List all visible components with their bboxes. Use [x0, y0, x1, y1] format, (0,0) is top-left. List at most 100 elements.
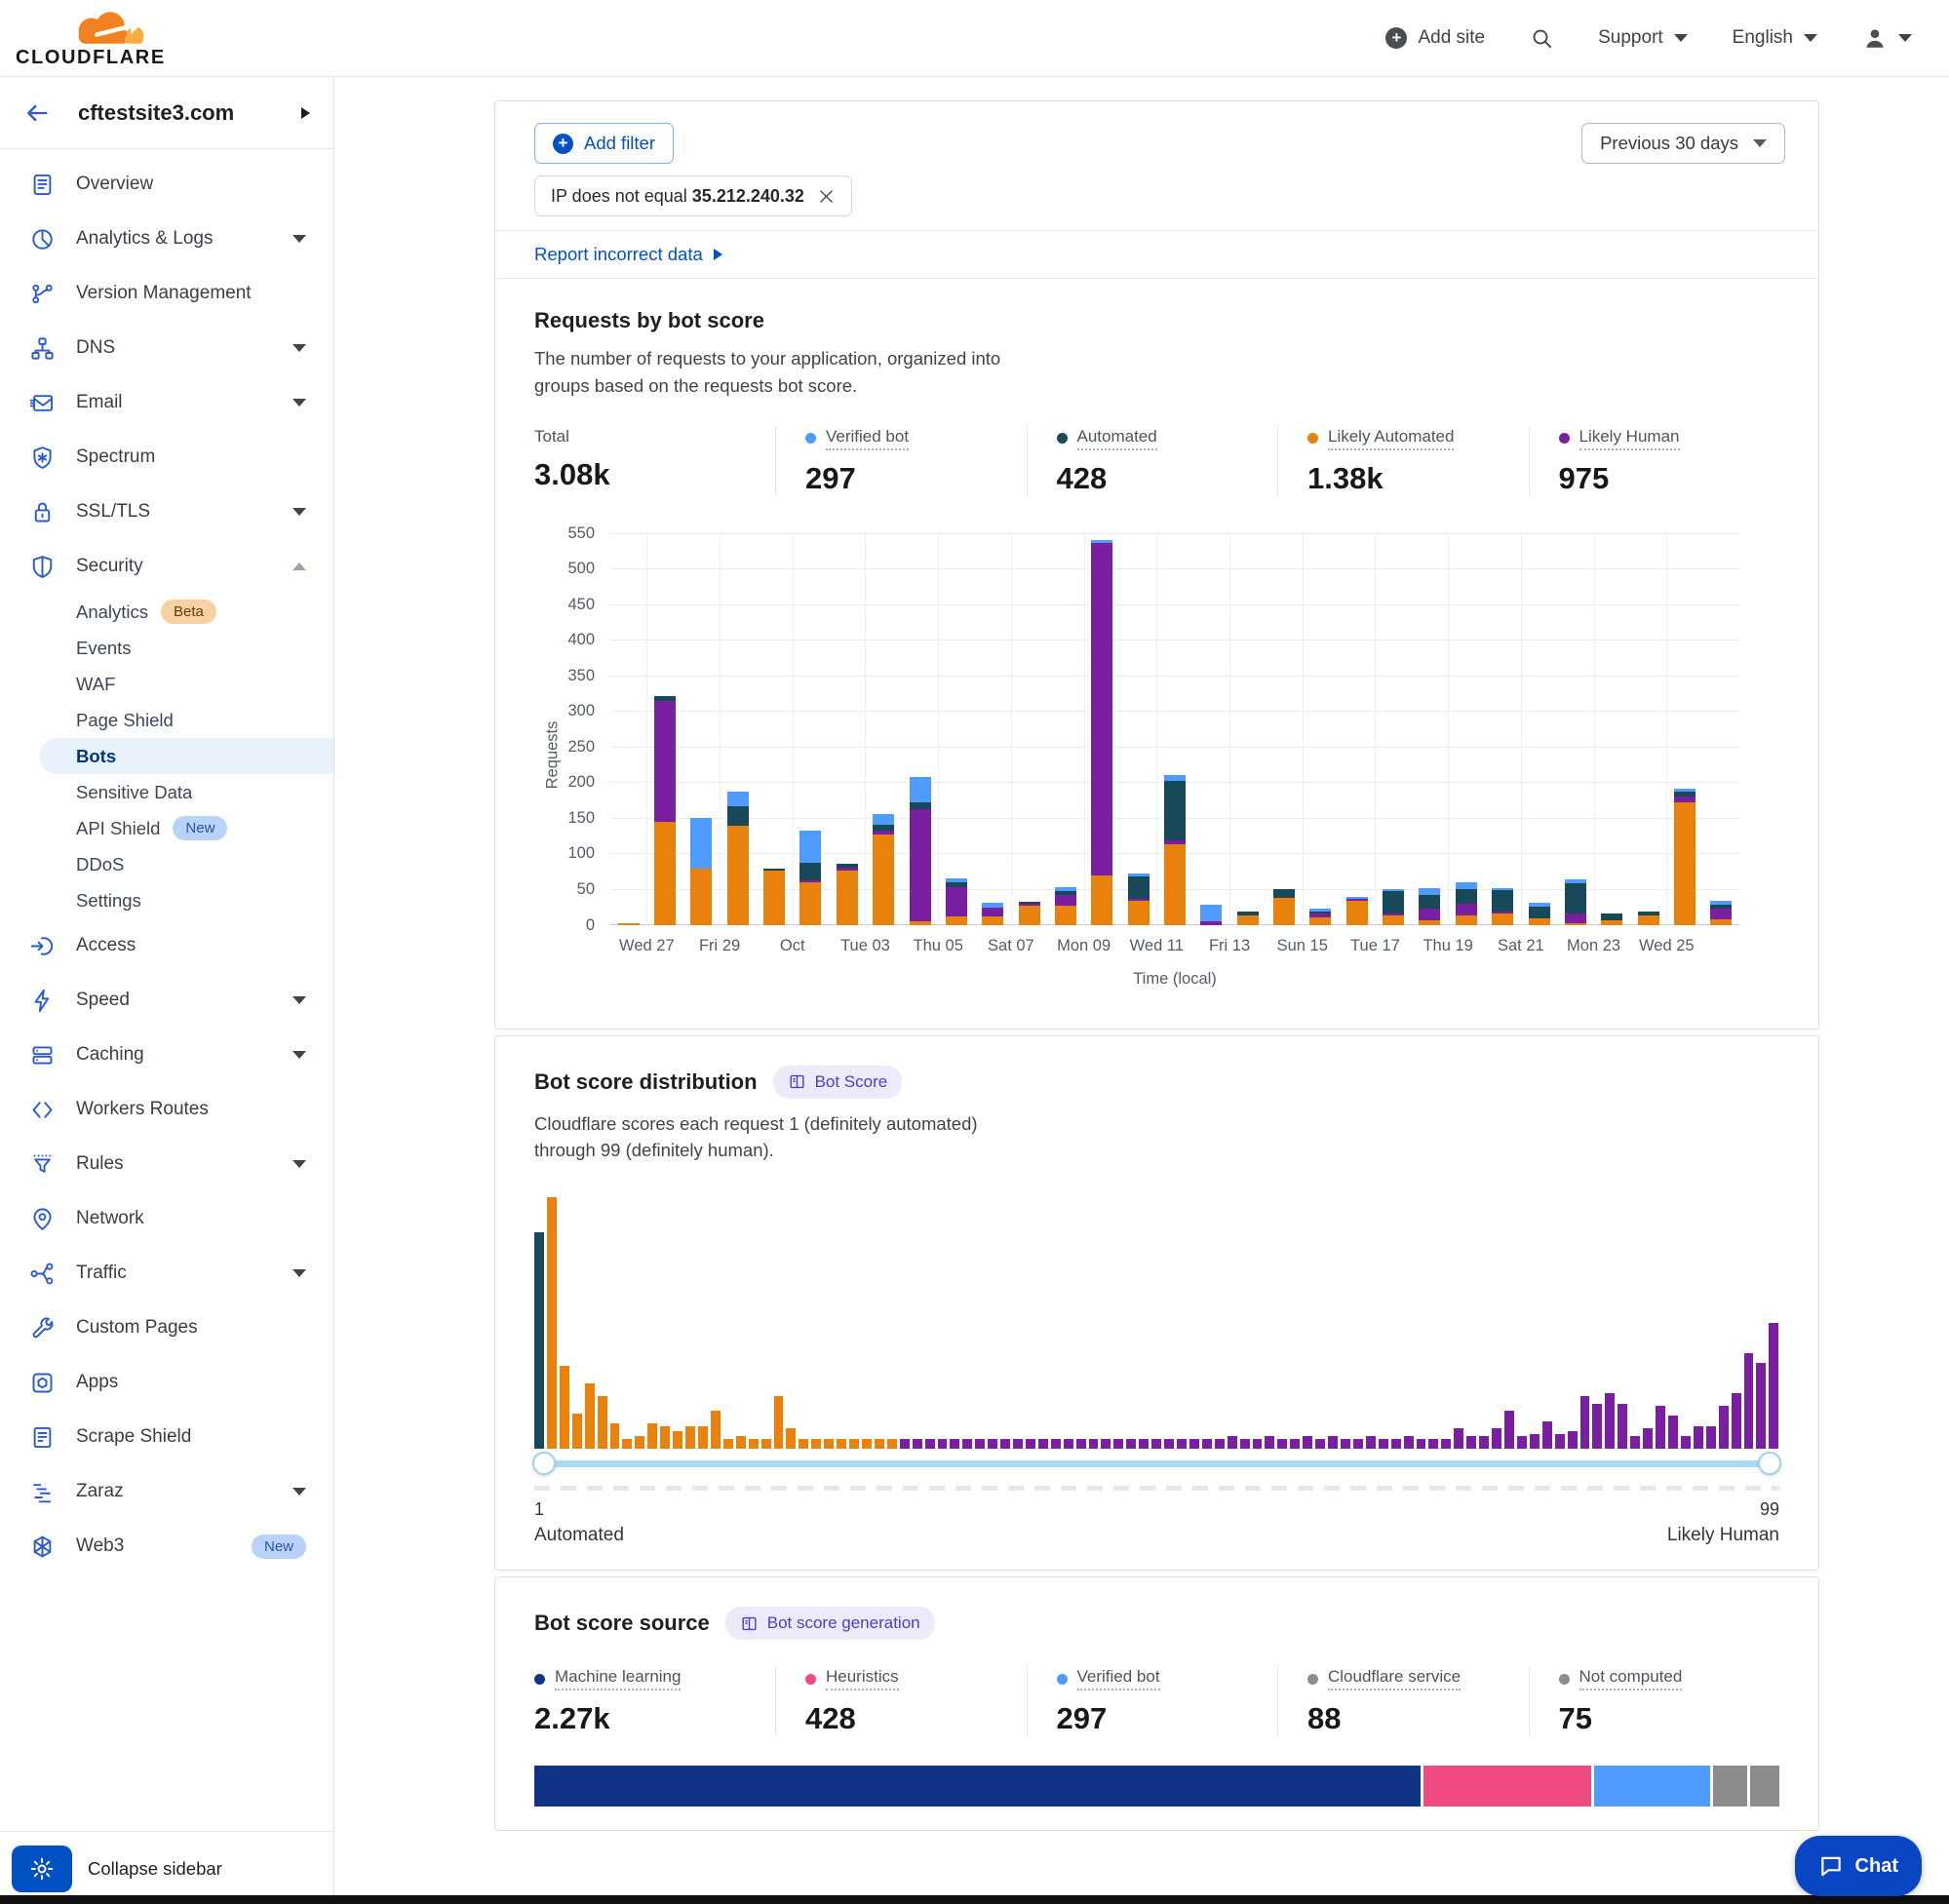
sidebar-subitem-settings[interactable]: Settings [0, 882, 333, 918]
cloudflare-logo: CLOUDFLARE [16, 8, 166, 69]
histogram-bar-score-58 [1253, 1439, 1263, 1449]
slider-min-value: 1 [534, 1499, 544, 1520]
sidebar-subitem-page-shield[interactable]: Page Shield [0, 702, 333, 738]
sidebar-item-spectrum[interactable]: Spectrum [0, 430, 333, 485]
histogram-bar-score-80 [1530, 1434, 1540, 1449]
remove-filter-icon[interactable] [817, 187, 836, 206]
requests-title: Requests by bot score [534, 308, 1779, 333]
likely-human-stat: Likely Human975 [1529, 427, 1780, 496]
histogram-bar-score-65 [1341, 1439, 1350, 1449]
sidebar-item-zaraz[interactable]: Zaraz [0, 1464, 333, 1519]
likely-automated-segment [1164, 844, 1186, 925]
sidebar-item-apps[interactable]: Apps [0, 1355, 333, 1410]
sidebar-subitem-analytics[interactable]: AnalyticsBeta [0, 594, 333, 630]
sidebar-subitem-waf[interactable]: WAF [0, 666, 333, 702]
sidebar-item-speed[interactable]: Speed [0, 973, 333, 1028]
sidebar-item-label: Speed [76, 990, 285, 1011]
report-incorrect-data-link[interactable]: Report incorrect data [534, 244, 722, 265]
likely-automated-segment [1601, 920, 1622, 925]
automated-segment [1419, 895, 1440, 909]
automated-segment [799, 863, 821, 880]
add-filter-button[interactable]: + Add filter [534, 123, 674, 164]
histogram-bar-score-49 [1139, 1439, 1149, 1449]
sidebar-item-dns[interactable]: DNS [0, 321, 333, 375]
sidebar-item-traffic[interactable]: Traffic [0, 1246, 333, 1301]
sidebar-subitem-ddos[interactable]: DDoS [0, 846, 333, 882]
gridline-vertical [865, 533, 866, 925]
filter-chip[interactable]: IP does not equal 35.212.240.32 [534, 175, 852, 216]
sidebar-item-security[interactable]: Security [0, 539, 333, 594]
stacked-bar [1710, 901, 1732, 925]
sidebar-item-rules[interactable]: Rules [0, 1137, 333, 1191]
histogram-bar-score-51 [1164, 1439, 1174, 1449]
sidebar-item-label: Overview [76, 174, 306, 195]
histogram-bar-score-22 [799, 1439, 808, 1449]
likely-human-segment [946, 887, 967, 916]
histogram-bar-score-83 [1568, 1431, 1578, 1449]
chevron-up-icon [292, 563, 306, 570]
sidebar-subitem-events[interactable]: Events [0, 630, 333, 666]
site-selector[interactable]: cftestsite3.com [0, 77, 333, 149]
cloudflare-cloud-icon [58, 8, 162, 49]
source-card: Bot score source Bot score generation Ma… [494, 1576, 1819, 1831]
automated-segment [1529, 907, 1550, 918]
histogram-bar-score-10 [647, 1423, 657, 1449]
add-site-button[interactable]: + Add site [1385, 27, 1485, 49]
slider-handle-max[interactable] [1758, 1452, 1781, 1475]
plus-icon: + [553, 134, 573, 154]
date-range-select[interactable]: Previous 30 days [1581, 123, 1785, 164]
sidebar-subitem-sensitive-data[interactable]: Sensitive Data [0, 774, 333, 810]
sidebar-item-web3[interactable]: Web3New [0, 1519, 333, 1574]
chat-button[interactable]: Chat [1795, 1836, 1922, 1896]
language-menu[interactable]: English [1733, 27, 1817, 49]
bot-score-badge[interactable]: Bot Score [773, 1066, 903, 1099]
account-menu[interactable] [1862, 25, 1912, 51]
sidebar-item-version-management[interactable]: Version Management [0, 266, 333, 321]
histogram-bar-score-96 [1732, 1393, 1741, 1449]
support-menu[interactable]: Support [1598, 27, 1688, 49]
sidebar-item-workers-routes[interactable]: Workers Routes [0, 1082, 333, 1137]
slider-track[interactable] [542, 1460, 1772, 1467]
stacked-bar [910, 777, 931, 925]
gridline-vertical [1156, 533, 1157, 925]
sidebar-item-overview[interactable]: Overview [0, 157, 333, 212]
not-computed-bar-segment [1750, 1766, 1779, 1807]
search-button[interactable] [1530, 26, 1553, 50]
likely-automated-segment [690, 869, 712, 925]
sidebar-item-ssl-tls[interactable]: SSL/TLS [0, 485, 333, 539]
sidebar-subitem-bots[interactable]: Bots [39, 738, 333, 774]
sidebar-item-caching[interactable]: Caching [0, 1028, 333, 1082]
collapse-sidebar-button[interactable]: Collapse sidebar [88, 1858, 222, 1880]
overview-icon [29, 172, 56, 198]
slider-min-label: Automated [534, 1525, 624, 1546]
sidebar-item-email[interactable]: Email [0, 375, 333, 430]
likely-automated-segment [946, 916, 967, 925]
site-expand-icon[interactable] [301, 107, 310, 119]
bottom-strip [0, 1895, 1949, 1904]
sidebar-item-scrape-shield[interactable]: Scrape Shield [0, 1410, 333, 1464]
sidebar-subitem-api-shield[interactable]: API ShieldNew [0, 810, 333, 846]
histogram-bar-score-23 [811, 1439, 821, 1449]
automated-segment [1601, 913, 1622, 920]
sidebar-item-analytics-logs[interactable]: Analytics & Logs [0, 212, 333, 266]
automated-stat: Automated428 [1027, 427, 1278, 496]
spectrum-icon [29, 445, 56, 471]
chevron-down-icon [292, 235, 306, 243]
histogram-bar-score-64 [1328, 1436, 1338, 1449]
email-icon [29, 390, 56, 416]
histogram-bar-score-81 [1542, 1421, 1552, 1449]
likely-automated-segment [1492, 913, 1513, 925]
y-axis-label: Requests [543, 720, 562, 789]
histogram-bar-score-43 [1064, 1439, 1073, 1449]
histogram-bar-score-1 [534, 1232, 544, 1449]
stat-value: 297 [1057, 1701, 1278, 1736]
stacked-bar [618, 923, 640, 925]
settings-gear-button[interactable] [12, 1846, 72, 1892]
back-arrow-icon[interactable] [23, 99, 51, 127]
slider-handle-min[interactable] [532, 1452, 556, 1475]
sidebar-item-custom-pages[interactable]: Custom Pages [0, 1301, 333, 1355]
sidebar-item-network[interactable]: Network [0, 1191, 333, 1246]
sidebar-item-access[interactable]: Access [0, 918, 333, 973]
chevron-down-icon [292, 1160, 306, 1168]
bot-score-generation-badge[interactable]: Bot score generation [725, 1607, 935, 1640]
